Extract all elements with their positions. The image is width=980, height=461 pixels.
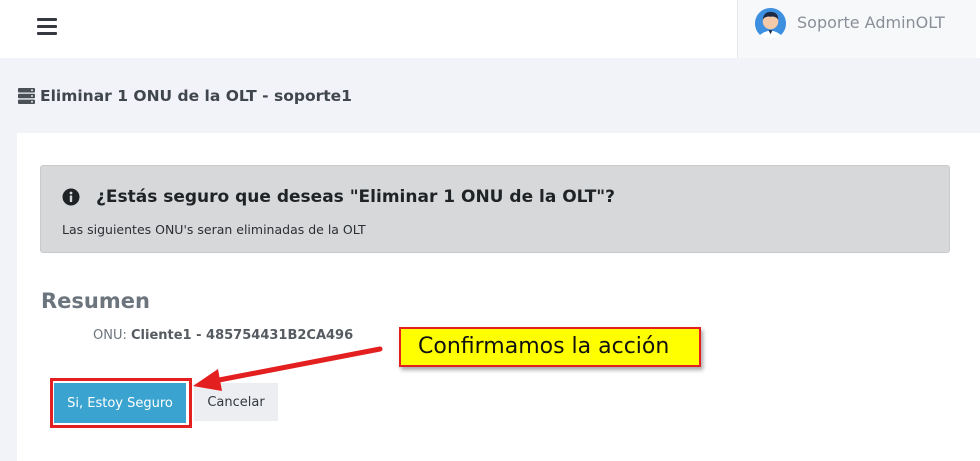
top-navbar: Soporte AdminOLT: [0, 0, 980, 58]
user-avatar-icon: [754, 7, 787, 40]
alert-body: Las siguientes ONU's seran eliminadas de…: [62, 222, 366, 237]
hamburger-icon[interactable]: [37, 15, 59, 37]
page-title: Eliminar 1 ONU de la OLT - soporte1: [40, 87, 352, 105]
onu-summary-row: ONU: Cliente1 - 485754431B2CA496: [93, 328, 353, 343]
onu-label: ONU:: [93, 328, 127, 343]
cancel-button[interactable]: Cancelar: [194, 383, 278, 421]
info-circle-icon: [62, 188, 80, 206]
summary-heading: Resumen: [41, 289, 150, 313]
user-name: Soporte AdminOLT: [797, 13, 945, 32]
database-icon: [18, 88, 35, 104]
confirm-button[interactable]: Si, Estoy Seguro: [54, 383, 186, 423]
onu-value: Cliente1 - 485754431B2CA496: [131, 328, 354, 343]
annotation-callout: Confirmamos la acción: [399, 327, 701, 367]
confirmation-alert: ¿Estás seguro que deseas "Eliminar 1 ONU…: [40, 165, 950, 253]
user-menu[interactable]: Soporte AdminOLT: [737, 0, 976, 58]
alert-title: ¿Estás seguro que deseas "Eliminar 1 ONU…: [96, 187, 616, 207]
callout-text: Confirmamos la acción: [418, 334, 670, 359]
